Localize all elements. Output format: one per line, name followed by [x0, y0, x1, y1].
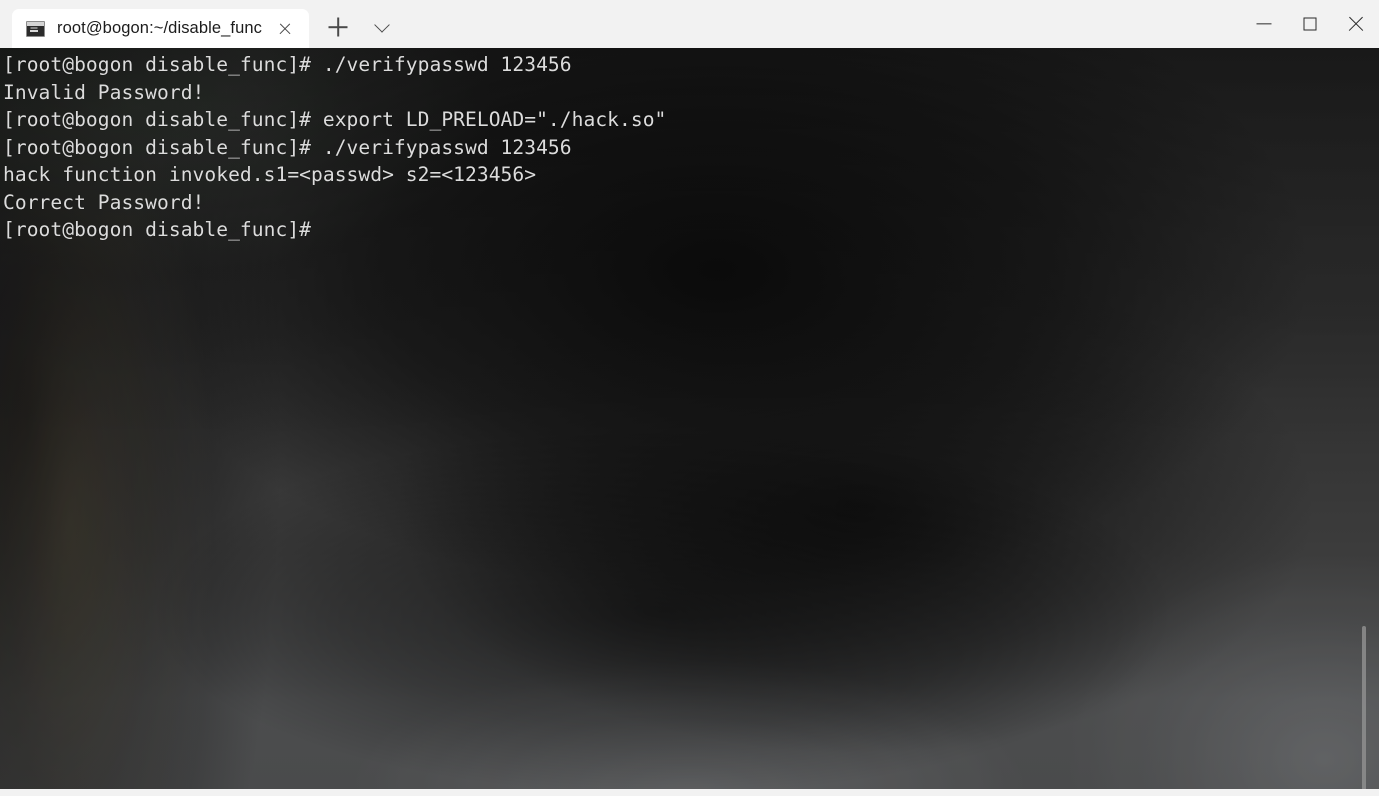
terminal-line: [root@bogon disable_func]# ./verifypassw… [3, 135, 572, 159]
scrollbar-thumb[interactable] [1362, 626, 1366, 796]
maximize-button[interactable] [1287, 0, 1333, 48]
tab-strip: root@bogon:~/disable_func [0, 0, 400, 48]
new-tab-button[interactable] [320, 9, 356, 45]
tab-root-bogon[interactable]: root@bogon:~/disable_func [12, 9, 310, 48]
terminal-line: hack function invoked.s1=<passwd> s2=<12… [3, 163, 537, 186]
terminal-line: Correct Password! [3, 190, 205, 214]
terminal-output: [root@bogon disable_func]# ./verifypassw… [3, 51, 1379, 244]
terminal-surface[interactable]: [root@bogon disable_func]# ./verifypassw… [0, 48, 1379, 789]
terminal-line: [root@bogon disable_func]# export LD_PRE… [3, 108, 667, 131]
maximize-icon [1303, 17, 1317, 31]
close-tab-icon[interactable] [272, 16, 298, 42]
title-bar: root@bogon:~/disable_func [0, 0, 1379, 48]
terminal-scrollbar[interactable] [1361, 48, 1375, 796]
terminal-window: root@bogon:~/disable_func [root@bogon di… [0, 0, 1379, 796]
window-bottom-edge [0, 789, 1379, 796]
console-icon [26, 20, 45, 37]
terminal-line: [root@bogon disable_func]# ./verifypassw… [3, 53, 572, 76]
window-controls [1241, 0, 1379, 48]
close-window-button[interactable] [1333, 0, 1379, 48]
terminal-line: [root@bogon disable_func]# [3, 218, 312, 241]
chevron-down-icon[interactable] [364, 9, 400, 45]
terminal-line: Invalid Password! [3, 80, 205, 104]
minimize-button[interactable] [1241, 0, 1287, 48]
tab-title: root@bogon:~/disable_func [57, 19, 263, 37]
minimize-icon [1256, 23, 1272, 25]
